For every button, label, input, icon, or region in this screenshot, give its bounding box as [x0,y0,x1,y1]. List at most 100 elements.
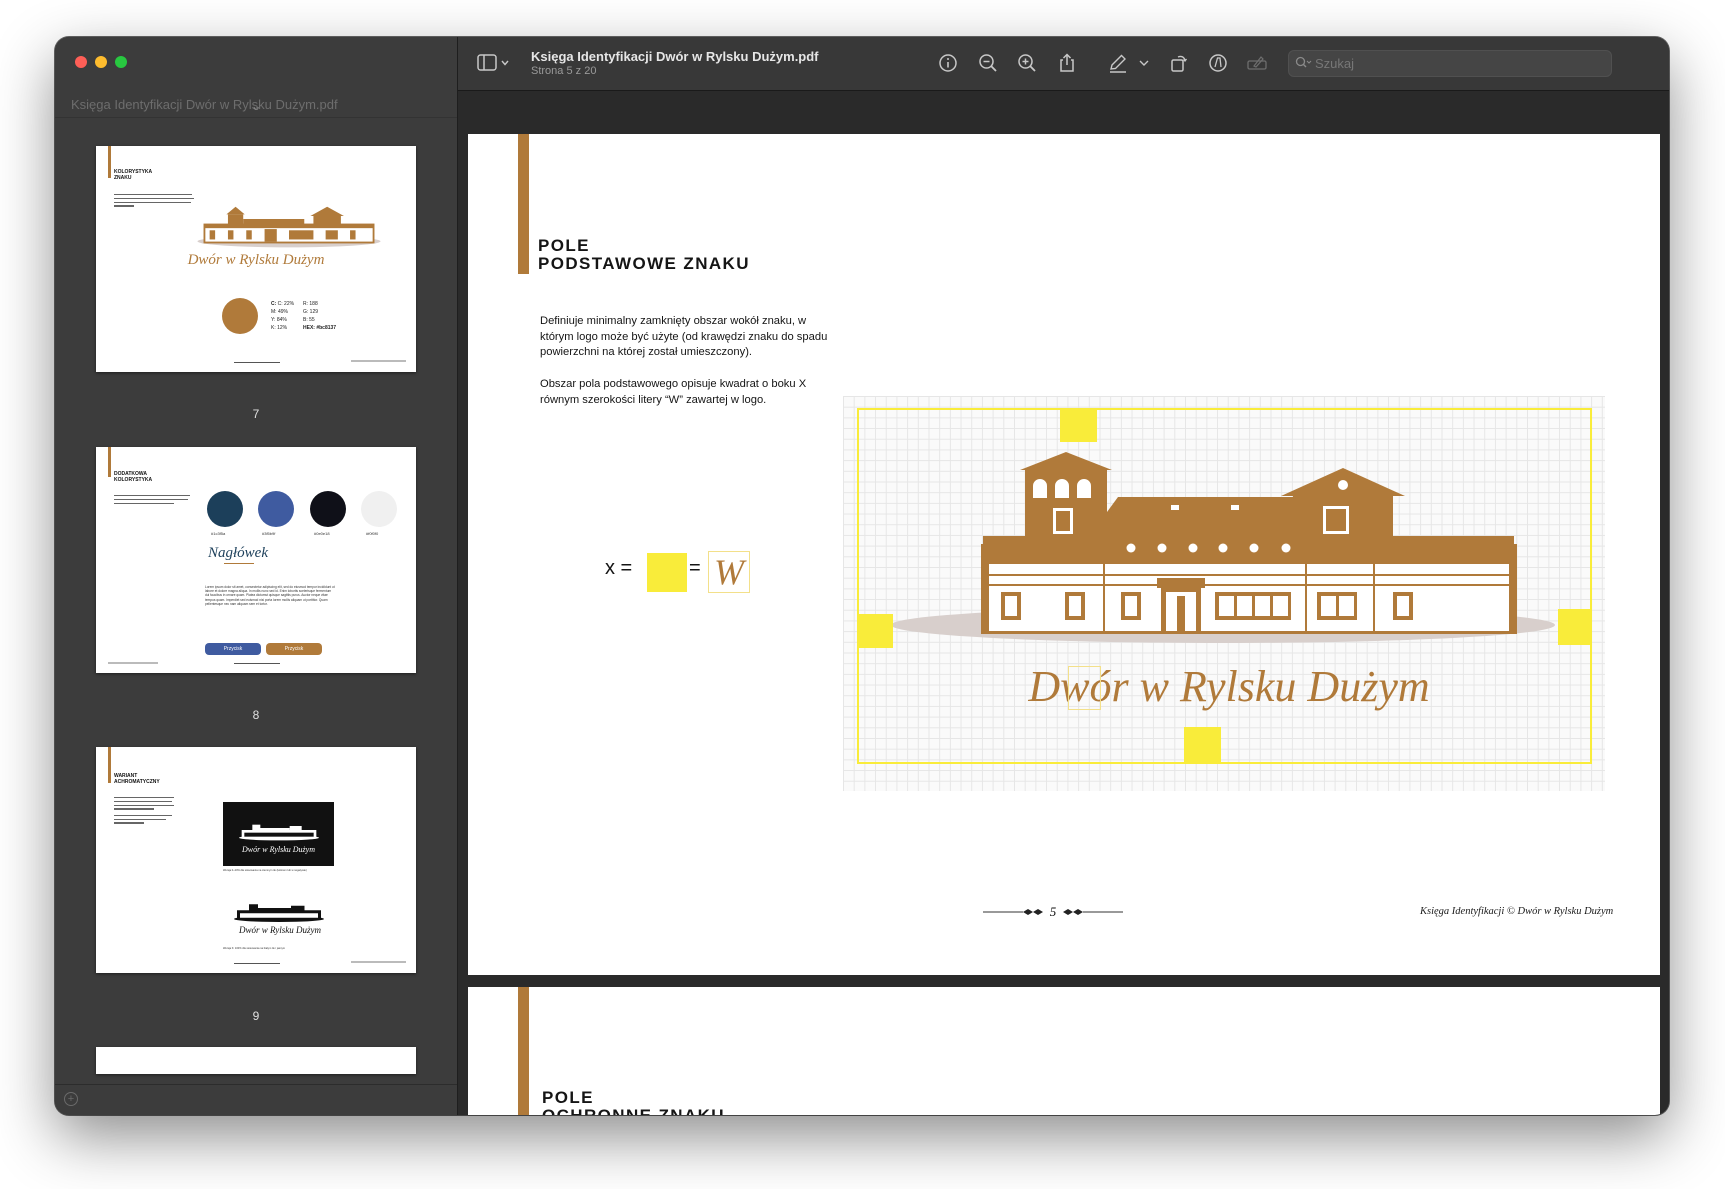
manor-logo [197,206,381,248]
thumbnail-number: 6 [252,107,260,113]
w-letter-sample: W [708,551,750,593]
w-width-marker [1068,666,1101,710]
swatch-label: #1c3f5a [211,531,226,536]
thumbnail-number: 7 [252,407,260,421]
brand-script: Dwór w Rylsku Dużym [242,845,315,854]
close-window-button[interactable] [75,56,87,68]
footer-line [108,662,158,664]
page-heading: POLE PODSTAWOWE ZNAKU [538,236,750,273]
zoom-in-icon [1018,54,1036,72]
accent-bar [108,146,111,178]
color-swatch-navy [207,491,243,527]
footer-line [351,360,406,362]
color-swatch-black [310,491,346,527]
brand-script: Dwór w Rylsku Dużym [1028,662,1430,711]
markup-button[interactable] [1107,52,1129,74]
sample-button-blue: Przycisk [205,643,261,655]
page-number: 5 [1049,904,1057,919]
brand-script: Dwór w Rylsku Dużym [238,925,322,935]
sidebar-icon [477,54,509,71]
equals-sign: = [689,557,701,579]
document-title: Księga Identyfikacji Dwór w Rylsku Dużym… [531,49,819,64]
thumb-body-lines [114,797,174,824]
share-button[interactable] [1056,52,1078,74]
footer-line [351,961,406,963]
chevron-down-icon [1139,60,1149,66]
highlight-button[interactable] [1207,52,1229,74]
swatch-label: #3f5b9f [262,531,276,536]
sidebar-toggle-button[interactable] [476,52,512,74]
thumbnail-sidebar: Księga Identyfikacji Dwór w Rylsku Dużym… [55,37,458,1115]
thumb-body-lines [114,194,194,207]
page-heading: POLE OCHRONNE ZNAKU [542,1088,724,1116]
variant-caption: Wersja K: 100% dla stosowania na białym … [223,947,286,950]
accent-bar [518,134,529,274]
rgb-values: R: 188 G: 129 B: 55 HEX: #bc8137 [303,301,337,331]
thumbnail-number: 8 [252,708,260,722]
dark-logo-panel: Dwór w Rylsku Dużym [223,802,334,866]
page-footer: Księga Identyfikacji © Dwór w Rylsku Duż… [1420,906,1614,917]
x-unit-square [647,553,687,592]
minimize-window-button[interactable] [95,56,107,68]
thumb-body-lines [114,495,190,504]
description-paragraph: Definiuje minimalny zamknięty obszar wok… [540,315,828,358]
pdf-page-6: POLE OCHRONNE ZNAKU [468,987,1660,1115]
form-icon [1247,56,1267,70]
script-heading: Nagłówek [208,545,268,561]
zoom-out-button[interactable] [977,52,999,74]
thumb-heading: WARIANT ACHROMATYCZNY [114,773,160,785]
toolbar: Księga Identyfikacji Dwór w Rylsku Dużym… [458,37,1669,91]
page-thumbnail-8[interactable]: DODATKOWA KOLORYSTYKA #1c3f5a #3f5b9f #0e… [96,447,416,673]
zoom-window-button[interactable] [115,56,127,68]
share-icon [1060,53,1074,72]
zoom-in-button[interactable] [1016,52,1038,74]
preview-window: Księga Identyfikacji Dwór w Rylsku Dużym… [55,37,1669,1115]
manor-logo [893,452,1555,643]
page-thumbnail-7[interactable]: KOLORYSTYKA ZNAKU Dwór w Rylsku Dużym C:… [96,146,416,372]
swatch-label: #f0f0f0 [366,531,379,536]
sidebar-footer: + [55,1084,457,1115]
page-thumbnail-10[interactable] [96,1047,416,1074]
page-thumbnail-9[interactable]: WARIANT ACHROMATYCZNY Dwór w Rylsku Duży… [96,747,416,973]
search-placeholder: Szukaj [1315,56,1355,71]
info-button[interactable] [937,52,959,74]
form-fill-button[interactable] [1246,52,1268,74]
manor-logo-black [234,904,324,922]
cmyk-values: C: C: 22% M: 49% Y: 84% K: 12% [271,301,295,331]
brand-script: Dwór w Rylsku Dużym [187,252,325,268]
info-icon [939,54,957,72]
accent-bar [108,447,111,477]
clear-space-square-bottom [1184,727,1221,763]
zoom-out-icon [979,54,997,72]
thumbnail-number: 9 [252,1009,260,1023]
accent-bar [518,987,529,1115]
search-field[interactable]: Szukaj [1288,50,1612,77]
sidebar-divider [55,117,457,118]
color-swatch-white [361,491,397,527]
color-swatch-blue [258,491,294,527]
page-indicator: Strona 5 z 20 [531,65,597,77]
page-ornament [234,663,280,664]
document-view[interactable]: POLE PODSTAWOWE ZNAKU Definiuje minimaln… [458,91,1669,1115]
rotate-icon [1171,55,1188,72]
variant-caption: Wersja 0–20% dla stosowania na ciemnym t… [223,869,307,872]
rotate-button[interactable] [1168,52,1190,74]
accent-bar [108,747,111,783]
pencil-icon [1110,54,1126,73]
highlighter-icon [1209,54,1227,72]
heading-ornament [224,563,254,564]
search-icon [1295,56,1312,68]
pdf-page-5: POLE PODSTAWOWE ZNAKU Definiuje minimaln… [468,134,1660,975]
page-ornament [234,963,280,964]
clear-space-square-right [1558,609,1592,645]
swatch-label: #0e0e18 [314,531,330,536]
markup-menu-button[interactable] [1137,52,1151,74]
thumb-heading: DODATKOWA KOLORYSTYKA [114,471,153,483]
clear-space-square-left [857,614,893,648]
thumb-heading: KOLORYSTYKA ZNAKU [114,169,153,181]
clear-space-square-top [1060,408,1097,442]
color-swatch-gold [222,298,258,334]
add-page-icon[interactable]: + [64,1092,78,1106]
page-ornament [234,362,280,363]
description-paragraph: Obszar pola podstawowego opisuje kwadrat… [540,378,807,406]
